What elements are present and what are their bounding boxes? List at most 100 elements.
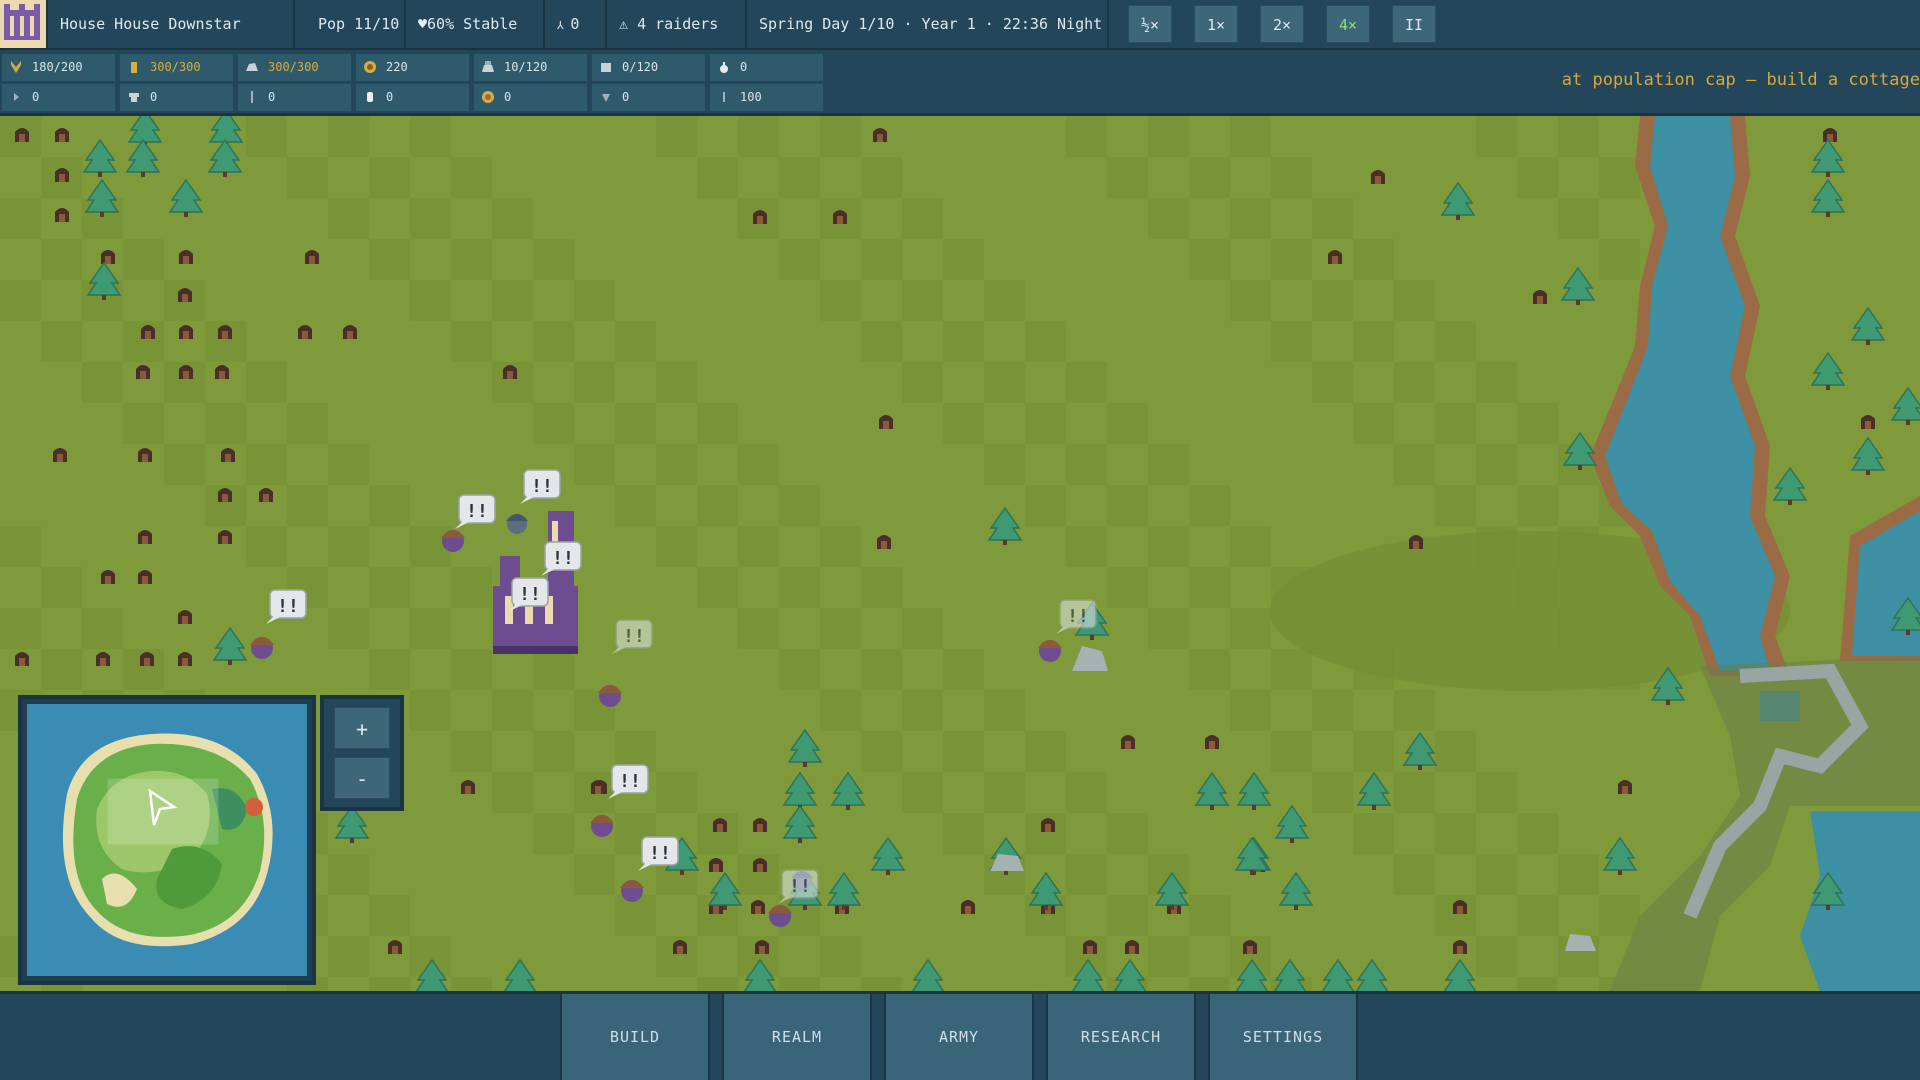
bottom-menu-bar: BUILD REALM ARMY RESEARCH SETTINGS <box>0 991 1920 1080</box>
stump <box>179 250 193 264</box>
stump <box>178 610 192 624</box>
resource-gold: 220 <box>356 54 469 81</box>
stump <box>873 128 887 142</box>
tab-realm[interactable]: REALM <box>722 994 872 1080</box>
stump <box>1533 290 1547 304</box>
zoom-out-button[interactable]: - <box>334 757 390 799</box>
date-time: Spring Day 1/10 · Year 1 · 22:36 Night <box>747 0 1109 48</box>
stump <box>713 818 727 832</box>
tab-army[interactable]: ARMY <box>884 994 1034 1080</box>
stump <box>833 210 847 224</box>
stump <box>753 858 767 872</box>
stump <box>753 210 767 224</box>
stump <box>138 530 152 544</box>
resource-potion: 0 <box>710 54 823 81</box>
alert-label: !! <box>619 771 641 792</box>
anvil-icon <box>129 93 139 102</box>
resource-arrows: 0 <box>2 84 115 111</box>
stump <box>503 365 517 379</box>
horse-icon <box>602 94 610 102</box>
stump <box>179 365 193 379</box>
alert-label: !! <box>789 876 811 897</box>
stump <box>1041 818 1055 832</box>
stump <box>1243 940 1257 954</box>
stump <box>1409 535 1423 549</box>
house-name: House House Downstar <box>48 0 295 48</box>
speed-1x-button[interactable]: 1× <box>1194 5 1238 43</box>
iron-icon <box>482 61 494 72</box>
speed-4x-button[interactable]: 4× <box>1326 5 1370 43</box>
speed-half-button[interactable]: ½× <box>1128 5 1172 43</box>
stump <box>101 570 115 584</box>
alert-label: !! <box>552 548 574 569</box>
stump <box>751 900 765 914</box>
stump <box>101 250 115 264</box>
stump <box>259 488 273 502</box>
stump <box>1618 780 1632 794</box>
stump <box>1125 940 1139 954</box>
stump <box>1121 735 1135 749</box>
alert-label: !! <box>1067 606 1089 627</box>
person-icon: ⅄ <box>557 19 571 32</box>
population-cap-notice: at population cap — build a cottage <box>1561 70 1920 90</box>
stump <box>879 415 893 429</box>
stump <box>877 535 891 549</box>
sword-icon <box>251 91 253 103</box>
resource-food: 180/200 <box>2 54 115 81</box>
tab-research[interactable]: RESEARCH <box>1046 994 1196 1080</box>
lantern-icon <box>367 92 373 102</box>
pause-button[interactable]: II <box>1392 5 1436 43</box>
top-bar: House House Downstar Pop 11/10 ♥60% Stab… <box>0 0 1920 50</box>
stump <box>55 208 69 222</box>
zoom-controls: + - <box>320 695 404 811</box>
stone-icon <box>246 63 258 71</box>
stump <box>15 128 29 142</box>
stump <box>55 168 69 182</box>
wood-icon <box>131 62 137 73</box>
stump <box>53 448 67 462</box>
stability-status: ♥60% Stable <box>406 0 545 48</box>
resource-wood: 300/300 <box>120 54 233 81</box>
alert-label: !! <box>531 476 553 497</box>
stump <box>140 652 154 666</box>
resource-iron: 10/120 <box>474 54 587 81</box>
resource-tools: 0 <box>120 84 233 111</box>
stump <box>755 940 769 954</box>
resource-horses: 0 <box>592 84 705 111</box>
stump <box>1453 900 1467 914</box>
tab-settings[interactable]: SETTINGS <box>1208 994 1358 1080</box>
stump <box>961 900 975 914</box>
speed-2x-button[interactable]: 2× <box>1260 5 1304 43</box>
alert-label: !! <box>623 626 645 647</box>
heart-icon: ♥ <box>418 15 428 33</box>
stump <box>673 940 687 954</box>
zoom-in-button[interactable]: + <box>334 707 390 749</box>
stump <box>218 488 232 502</box>
stump <box>298 325 312 339</box>
stump <box>1861 415 1875 429</box>
stump <box>388 940 402 954</box>
cloth-icon <box>601 63 611 72</box>
alert-label: !! <box>466 501 488 522</box>
stump <box>1205 735 1219 749</box>
wheat-icon <box>11 61 21 73</box>
scroll-icon <box>723 92 725 102</box>
stump <box>1371 170 1385 184</box>
stump <box>221 448 235 462</box>
stump <box>138 570 152 584</box>
stump <box>305 250 319 264</box>
resource-bar: 180/200 300/300 300/300 220 10/120 0/120… <box>0 50 1920 116</box>
minimap[interactable] <box>18 695 316 985</box>
raider-warning: ⚠ 4 raiders <box>607 0 747 48</box>
stump <box>1328 250 1342 264</box>
resource-swords: 0 <box>238 84 351 111</box>
stump <box>218 530 232 544</box>
alert-label: !! <box>277 596 299 617</box>
stump <box>136 365 150 379</box>
stump <box>1823 128 1837 142</box>
stump <box>753 818 767 832</box>
tab-build[interactable]: BUILD <box>560 994 710 1080</box>
stump <box>141 325 155 339</box>
warning-icon: ⚠ <box>619 15 638 33</box>
stump <box>1083 940 1097 954</box>
